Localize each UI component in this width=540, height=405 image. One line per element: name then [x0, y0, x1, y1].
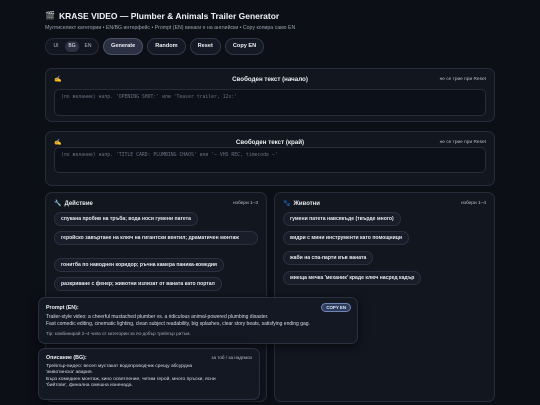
app-title-text: KRASE VIDEO — Plumber & Animals Trailer …	[58, 10, 280, 21]
description-text: Трейлър-видео: весел мустакат водопровод…	[46, 364, 216, 389]
action-hint: избери 1–3	[233, 201, 258, 206]
app-header: 🎬 KRASE VIDEO — Plumber & Animals Traile…	[45, 10, 505, 32]
reset-button[interactable]: Reset	[189, 38, 221, 55]
copy-en-button[interactable]: Copy EN	[224, 38, 265, 55]
prompt-label: Prompt (EN):	[46, 305, 79, 311]
description-output-panel: Описание (BG): за тоб / за надписи Трейл…	[38, 348, 260, 400]
wrench-icon: 🔧	[54, 201, 62, 207]
lang-option-bg[interactable]: BG	[65, 41, 79, 52]
animals-chip[interactable]: жаби на спа-парти във ваната	[283, 251, 374, 266]
app-subtitle: Мултиселект категории • EN/BG интерфейс …	[45, 25, 296, 31]
action-chip[interactable]: гонитба по наводнен коридор; ръчна камер…	[54, 258, 225, 273]
prompt-tip: Tip: комбинирай 2–4 чипа от категории за…	[46, 331, 191, 336]
free-text-end-title: Свободен текст (край)	[235, 138, 305, 146]
generate-button[interactable]: Generate	[103, 38, 144, 55]
animals-hint: избери 1–4	[461, 201, 486, 206]
free-text-start-title: Свободен текст (начало)	[232, 75, 308, 83]
clapperboard-icon: 🎬	[45, 11, 55, 20]
action-chip[interactable]: спукана пробив на тръба; вода носи гумен…	[54, 212, 199, 227]
free-text-end-input[interactable]: (по желание) напр. 'TITLE CARD: PLUMBING…	[54, 147, 486, 173]
animals-chip[interactable]: видри с мини инструменти като помощници	[283, 231, 410, 246]
animals-chip[interactable]: миеща мечка 'механик' краде ключ насред …	[283, 271, 422, 286]
action-title: Действие	[64, 200, 93, 207]
lang-option-en[interactable]: EN	[81, 41, 95, 52]
language-switcher: UI BG EN	[45, 38, 99, 55]
prompt-text: Trailer-style video: a cheerful mustache…	[46, 314, 310, 327]
action-chip[interactable]: разкриване с фенер; животни излизат от в…	[54, 277, 222, 292]
lang-label-ui: UI	[53, 43, 59, 49]
free-text-start-input[interactable]: (по желание) напр. 'OPENING SHOT:' или '…	[54, 89, 486, 116]
app-title: 🎬 KRASE VIDEO — Plumber & Animals Traile…	[45, 10, 505, 21]
random-button[interactable]: Random	[147, 38, 186, 55]
description-label: Описание (BG):	[46, 355, 87, 361]
toolbar: UI BG EN Generate Random Reset Copy EN	[45, 38, 265, 55]
copy-en-badge-button[interactable]: COPY EN	[321, 303, 351, 312]
animals-title: Животни	[293, 200, 320, 207]
animals-chip[interactable]: гумени патета навсякъде (твърде много)	[283, 212, 401, 227]
paw-icon: 🐾	[283, 201, 291, 207]
action-chip[interactable]: геройско завъртане на ключ на гигантски …	[54, 231, 258, 246]
free-text-start-card: ✍ Свободен текст (начало) не се трие при…	[45, 68, 495, 122]
free-text-end-card: ✍ Свободен текст (край) не се трие при R…	[45, 131, 495, 186]
prompt-output-panel: Prompt (EN): COPY EN Trailer-style video…	[38, 297, 358, 344]
description-hint: за тоб / за надписи	[211, 355, 252, 360]
